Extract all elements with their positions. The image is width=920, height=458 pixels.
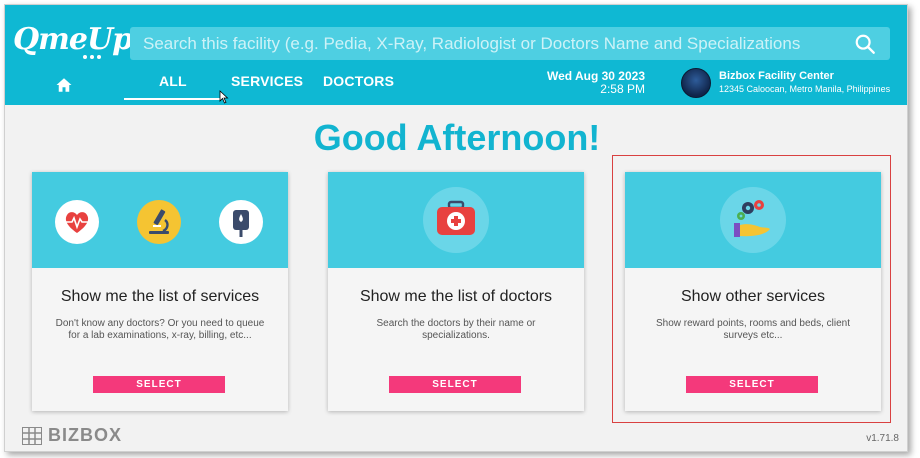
app-window: QmeUp ALL SERVICES DOCTORS Wed Aug 30 20…	[4, 4, 908, 452]
services-card[interactable]: Show me the list of services Don't know …	[32, 172, 288, 411]
card-title: Show me the list of services	[60, 288, 260, 305]
heart-monitor-icon	[55, 200, 99, 244]
select-services-button[interactable]: SELECT	[93, 376, 225, 393]
facility-address: 12345 Caloocan, Metro Manila, Philippine…	[719, 84, 891, 94]
app-version: v1.71.8	[866, 433, 899, 444]
qmeup-logo[interactable]: QmeUp	[13, 22, 133, 65]
selection-highlight-box	[612, 155, 891, 423]
datetime: Wed Aug 30 2023 2:58 PM	[525, 70, 645, 96]
facility-info: Bizbox Facility Center 12345 Caloocan, M…	[719, 70, 907, 95]
facility-name: Bizbox Facility Center	[719, 70, 834, 82]
top-header: QmeUp ALL SERVICES DOCTORS Wed Aug 30 20…	[5, 5, 907, 105]
current-time: 2:58 PM	[600, 82, 645, 96]
bizbox-grid-icon	[22, 426, 42, 445]
medical-kit-icon	[423, 187, 489, 253]
microscope-icon	[137, 200, 181, 244]
mouse-cursor-icon	[219, 90, 229, 104]
facility-avatar[interactable]	[681, 68, 711, 98]
logo-text: QmeUp	[13, 22, 133, 57]
home-icon[interactable]	[55, 76, 73, 94]
card-description: Search the doctors by their name or spec…	[376, 318, 536, 341]
logo-dots	[83, 55, 101, 59]
card-header	[328, 172, 584, 268]
bizbox-logo: BIZBOX	[22, 425, 122, 446]
search-icon[interactable]	[854, 33, 876, 55]
doctors-card[interactable]: Show me the list of doctors Search the d…	[328, 172, 584, 411]
main-nav: ALL SERVICES DOCTORS	[5, 65, 525, 105]
card-description: Don't know any doctors? Or you need to q…	[55, 318, 265, 341]
select-doctors-button[interactable]: SELECT	[389, 376, 521, 393]
tab-all[interactable]: ALL	[159, 73, 187, 89]
bizbox-brand: BIZBOX	[48, 425, 123, 445]
card-header	[32, 172, 288, 268]
active-tab-indicator	[124, 98, 221, 100]
card-title: Show me the list of doctors	[359, 288, 553, 305]
tab-doctors[interactable]: DOCTORS	[323, 73, 394, 89]
search-input[interactable]	[130, 27, 840, 60]
search-bar	[130, 27, 890, 60]
greeting-title: Good Afternoon!	[313, 117, 601, 158]
tab-services[interactable]: SERVICES	[231, 73, 303, 89]
iv-drip-icon	[219, 200, 263, 244]
